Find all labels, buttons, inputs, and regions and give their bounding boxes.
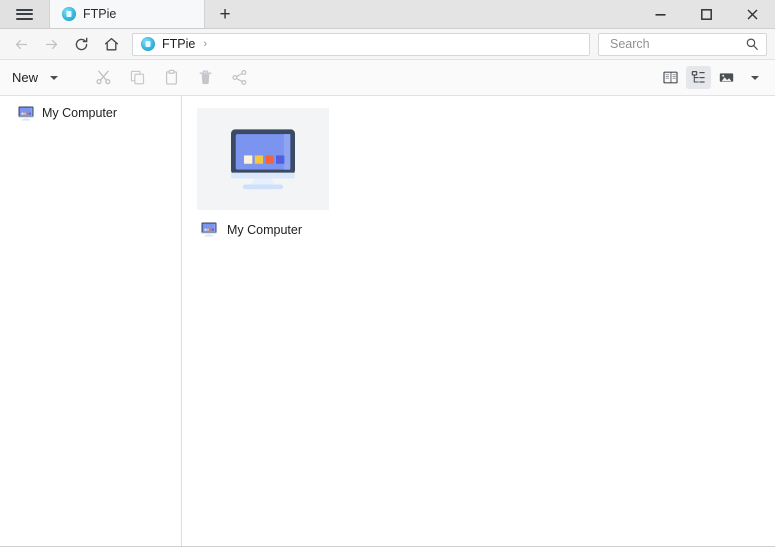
file-item-label-row: My Computer: [197, 222, 329, 237]
search-input[interactable]: [608, 36, 745, 52]
split-pane-icon: [663, 71, 678, 84]
navigation-bar: FTPie ›: [0, 29, 775, 60]
minimize-button[interactable]: [637, 0, 683, 28]
computer-icon: [201, 222, 217, 237]
cut-button[interactable]: [86, 65, 120, 91]
back-arrow-icon: [15, 39, 27, 49]
search-box[interactable]: [598, 32, 767, 56]
ftpie-icon: [62, 7, 76, 21]
tab-bar-spacer: [245, 0, 637, 28]
scissors-icon: [95, 70, 110, 85]
address-bar[interactable]: FTPie ›: [132, 32, 590, 56]
sidebar-item-label: My Computer: [42, 106, 118, 120]
file-list: My Computer: [182, 96, 775, 546]
share-icon: [231, 69, 246, 86]
new-button[interactable]: New: [10, 66, 64, 89]
hamburger-icon: [16, 8, 33, 20]
sidebar-tree: My Computer: [0, 96, 182, 546]
file-item-label: My Computer: [227, 222, 303, 237]
chevron-down-icon: [50, 75, 59, 80]
copy-icon: [130, 70, 144, 85]
forward-arrow-icon: [45, 39, 57, 49]
home-icon: [104, 37, 118, 50]
trash-icon: [199, 70, 211, 85]
paste-button[interactable]: [154, 65, 188, 91]
view-tree-button[interactable]: [686, 66, 711, 89]
breadcrumb-separator-icon: ›: [203, 38, 208, 50]
reload-icon: [75, 37, 87, 50]
main-menu-button[interactable]: [0, 0, 50, 28]
window-controls: [637, 0, 775, 28]
image-icon: [719, 73, 734, 82]
action-toolbar: New: [0, 60, 775, 96]
tab-label: FTPie: [83, 7, 117, 21]
close-icon: [747, 9, 757, 19]
breadcrumb-item[interactable]: FTPie: [162, 37, 195, 51]
file-manager-window: FTPie + FTPie › Search New My Computer M…: [0, 0, 775, 547]
search-icon[interactable]: [745, 37, 759, 51]
computer-icon: [18, 106, 34, 120]
forward-button[interactable]: [36, 31, 66, 57]
tree-list-icon: [691, 70, 705, 83]
tab-ftpie[interactable]: FTPie: [49, 0, 205, 28]
home-button[interactable]: [96, 31, 126, 57]
ftpie-icon: [141, 37, 155, 51]
view-options-dropdown[interactable]: [742, 66, 767, 89]
content-area: My Computer My Computer: [0, 96, 775, 546]
back-button[interactable]: [6, 31, 36, 57]
file-item-thumbnail[interactable]: [197, 108, 329, 210]
maximize-icon: [700, 8, 712, 20]
new-tab-button[interactable]: +: [205, 0, 245, 28]
view-split-button[interactable]: [658, 66, 683, 89]
plus-icon: +: [219, 3, 231, 25]
view-thumbnails-button[interactable]: [714, 66, 739, 89]
minimize-icon: [655, 13, 665, 16]
clipboard-icon: [165, 69, 177, 85]
close-button[interactable]: [729, 0, 775, 28]
sidebar-item-my-computer[interactable]: My Computer: [0, 102, 181, 124]
tab-bar: FTPie +: [0, 0, 775, 29]
computer-icon: [231, 129, 295, 190]
delete-button[interactable]: [188, 65, 222, 91]
share-button[interactable]: [222, 65, 256, 91]
reload-button[interactable]: [66, 31, 96, 57]
copy-button[interactable]: [120, 65, 154, 91]
chevron-down-icon: [750, 75, 759, 80]
file-item-my-computer[interactable]: My Computer: [197, 108, 329, 237]
new-button-label: New: [12, 70, 39, 85]
maximize-button[interactable]: [683, 0, 729, 28]
